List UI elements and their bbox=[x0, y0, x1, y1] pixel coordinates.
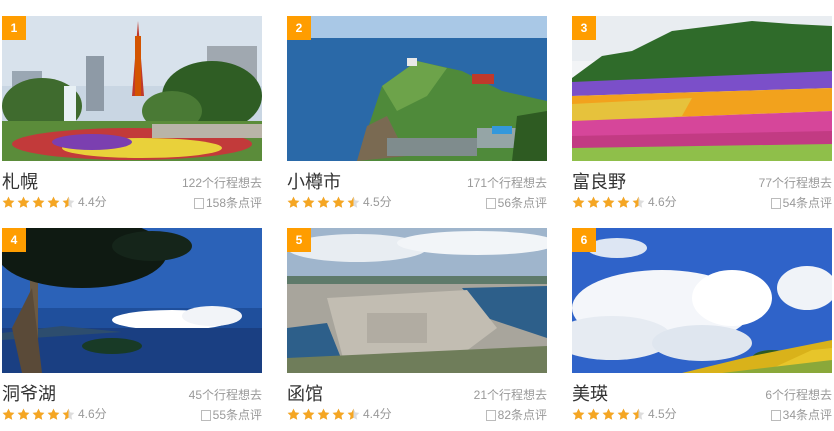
review-count-label: 54条点评 bbox=[782, 196, 832, 210]
want-count: 21个行程想去 bbox=[473, 388, 547, 402]
destination-photo[interactable]: 6 bbox=[572, 228, 832, 373]
star-full-icon bbox=[572, 196, 585, 208]
star-full-icon bbox=[302, 408, 315, 420]
star-full-icon bbox=[47, 196, 60, 208]
destination-name[interactable]: 札幌 bbox=[2, 172, 38, 192]
rating-score: 4.6分 bbox=[78, 407, 107, 421]
star-half-icon bbox=[632, 408, 645, 420]
rating-stars: 4.4分 bbox=[287, 406, 392, 422]
review-count[interactable]: 82条点评 bbox=[485, 408, 547, 422]
destination-photo[interactable]: 5 bbox=[287, 228, 547, 373]
star-full-icon bbox=[572, 408, 585, 420]
destination-card[interactable]: 6 美瑛 6个行程想去 4.5分 34条点评 bbox=[572, 228, 832, 428]
destination-name[interactable]: 洞爷湖 bbox=[2, 384, 56, 404]
review-count-label: 55条点评 bbox=[212, 408, 262, 422]
hakodate-photo bbox=[287, 228, 547, 373]
want-count: 6个行程想去 bbox=[765, 388, 832, 402]
destination-name[interactable]: 美瑛 bbox=[572, 384, 608, 404]
destination-name[interactable]: 小樽市 bbox=[287, 172, 341, 192]
star-half-icon bbox=[347, 408, 360, 420]
star-full-icon bbox=[32, 196, 45, 208]
rating-score: 4.5分 bbox=[363, 195, 392, 209]
rank-badge: 4 bbox=[2, 228, 26, 252]
comment-icon bbox=[485, 197, 496, 209]
rank-badge: 5 bbox=[287, 228, 311, 252]
destination-card[interactable]: 5 函馆 21个行程想去 4.4分 82条点评 bbox=[287, 228, 547, 428]
want-count: 171个行程想去 bbox=[466, 176, 547, 190]
star-full-icon bbox=[587, 408, 600, 420]
star-full-icon bbox=[317, 408, 330, 420]
star-full-icon bbox=[332, 408, 345, 420]
rating-stars: 4.4分 bbox=[2, 194, 107, 210]
review-count-label: 34条点评 bbox=[782, 408, 832, 422]
comment-icon bbox=[770, 409, 781, 421]
destination-name[interactable]: 函馆 bbox=[287, 384, 323, 404]
destination-photo[interactable]: 1 bbox=[2, 16, 262, 161]
star-full-icon bbox=[32, 408, 45, 420]
destination-photo[interactable]: 4 bbox=[2, 228, 262, 373]
review-count-label: 158条点评 bbox=[205, 196, 262, 210]
star-full-icon bbox=[2, 196, 15, 208]
comment-icon bbox=[200, 409, 211, 421]
comment-icon bbox=[485, 409, 496, 421]
destination-card[interactable]: 1 札幌 122个行程想去 4.4分 158条点评 bbox=[2, 16, 262, 216]
star-full-icon bbox=[2, 408, 15, 420]
rating-score: 4.5分 bbox=[648, 407, 677, 421]
star-full-icon bbox=[17, 408, 30, 420]
destination-photo[interactable]: 2 bbox=[287, 16, 547, 161]
star-full-icon bbox=[317, 196, 330, 208]
star-full-icon bbox=[332, 196, 345, 208]
star-full-icon bbox=[47, 408, 60, 420]
rank-badge: 3 bbox=[572, 16, 596, 40]
rating-stars: 4.5分 bbox=[572, 406, 677, 422]
destination-card[interactable]: 2 小樽市 171个行程想去 4.5分 56条点评 bbox=[287, 16, 547, 216]
star-full-icon bbox=[602, 408, 615, 420]
review-count[interactable]: 54条点评 bbox=[770, 196, 832, 210]
furano-photo bbox=[572, 16, 832, 161]
star-full-icon bbox=[17, 196, 30, 208]
sapporo-photo bbox=[2, 16, 262, 161]
star-half-icon bbox=[632, 196, 645, 208]
rank-badge: 1 bbox=[2, 16, 26, 40]
destination-card[interactable]: 3 富良野 77个行程想去 4.6分 54条点评 bbox=[572, 16, 832, 216]
toya-photo bbox=[2, 228, 262, 373]
review-count-label: 82条点评 bbox=[497, 408, 547, 422]
rating-stars: 4.5分 bbox=[287, 194, 392, 210]
want-count: 45个行程想去 bbox=[188, 388, 262, 402]
star-full-icon bbox=[287, 408, 300, 420]
want-count: 77个行程想去 bbox=[758, 176, 832, 190]
review-count-label: 56条点评 bbox=[497, 196, 547, 210]
star-full-icon bbox=[617, 408, 630, 420]
star-full-icon bbox=[602, 196, 615, 208]
star-full-icon bbox=[587, 196, 600, 208]
review-count[interactable]: 55条点评 bbox=[200, 408, 262, 422]
star-half-icon bbox=[347, 196, 360, 208]
rank-badge: 6 bbox=[572, 228, 596, 252]
rating-score: 4.4分 bbox=[363, 407, 392, 421]
otaru-photo bbox=[287, 16, 547, 161]
comment-icon bbox=[770, 197, 781, 209]
destination-name[interactable]: 富良野 bbox=[572, 172, 626, 192]
destination-card[interactable]: 4 洞爷湖 45个行程想去 4.6分 55条点评 bbox=[2, 228, 262, 428]
star-full-icon bbox=[617, 196, 630, 208]
want-count: 122个行程想去 bbox=[181, 176, 262, 190]
rank-badge: 2 bbox=[287, 16, 311, 40]
biei-photo bbox=[572, 228, 832, 373]
star-full-icon bbox=[302, 196, 315, 208]
star-full-icon bbox=[287, 196, 300, 208]
destination-photo[interactable]: 3 bbox=[572, 16, 832, 161]
rating-stars: 4.6分 bbox=[572, 194, 677, 210]
comment-icon bbox=[193, 197, 204, 209]
review-count[interactable]: 34条点评 bbox=[770, 408, 832, 422]
rating-score: 4.6分 bbox=[648, 195, 677, 209]
review-count[interactable]: 158条点评 bbox=[193, 196, 262, 210]
rating-stars: 4.6分 bbox=[2, 406, 107, 422]
star-half-icon bbox=[62, 408, 75, 420]
review-count[interactable]: 56条点评 bbox=[485, 196, 547, 210]
rating-score: 4.4分 bbox=[78, 195, 107, 209]
star-half-icon bbox=[62, 196, 75, 208]
